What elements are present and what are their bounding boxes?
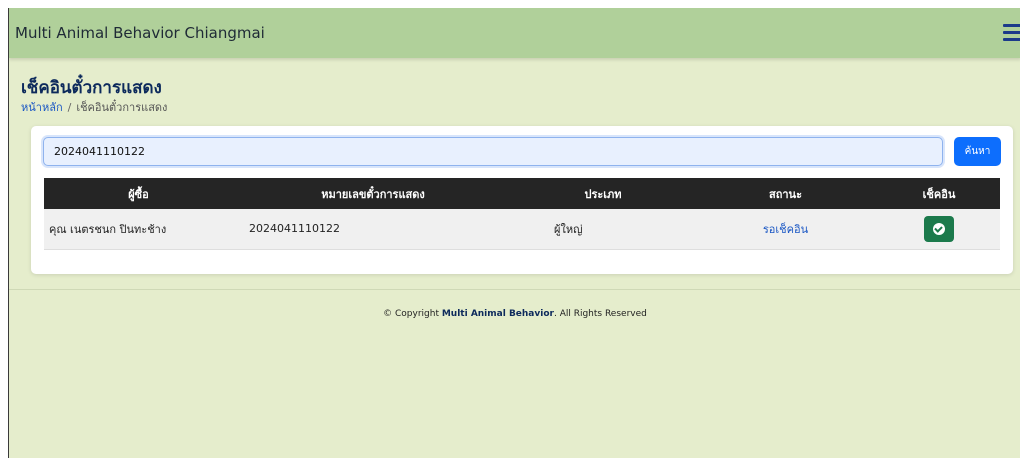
footer-suffix: . All Rights Reserved bbox=[553, 309, 647, 319]
column-header-status: สถานะ bbox=[693, 178, 878, 209]
footer-copyright: © Copyright Multi Animal Behavior. All R… bbox=[9, 309, 1020, 319]
breadcrumb: หน้าหลัก / เช็คอินตั๋วการแสดง bbox=[21, 98, 167, 116]
breadcrumb-separator: / bbox=[67, 101, 72, 114]
table-header-row: ผู้ซื้อ หมายเลขตั๋วการแสดง ประเภท สถานะ … bbox=[44, 178, 1000, 209]
ticket-table: ผู้ซื้อ หมายเลขตั๋วการแสดง ประเภท สถานะ … bbox=[44, 178, 1000, 250]
status-link[interactable]: รอเช็คอิน bbox=[763, 223, 808, 236]
ticket-number-cell: 2024041110122 bbox=[233, 209, 513, 250]
ticket-search-input[interactable] bbox=[43, 137, 943, 166]
check-circle-icon bbox=[933, 223, 945, 236]
footer-divider bbox=[9, 289, 1020, 290]
footer-prefix: © Copyright bbox=[383, 309, 442, 319]
status-cell: รอเช็คอิน bbox=[693, 209, 878, 250]
buyer-cell: คุณ เนตรชนก ปินทะช้าง bbox=[44, 209, 233, 250]
breadcrumb-current: เช็คอินตั๋วการแสดง bbox=[76, 101, 168, 114]
column-header-buyer: ผู้ซื้อ bbox=[44, 178, 233, 209]
checkin-button[interactable] bbox=[924, 216, 954, 243]
breadcrumb-home-link[interactable]: หน้าหลัก bbox=[21, 101, 63, 114]
search-card: ค้นหา ผู้ซื้อ หมายเลขตั๋วการแสดง ประเภท … bbox=[31, 126, 1013, 274]
brand-title[interactable]: Multi Animal Behavior Chiangmai bbox=[15, 24, 265, 42]
column-header-ticket-number: หมายเลขตั๋วการแสดง bbox=[233, 178, 513, 209]
app-frame: Multi Animal Behavior Chiangmai เช็คอินต… bbox=[8, 8, 1020, 458]
footer-brand: Multi Animal Behavior bbox=[441, 309, 554, 319]
table-row: คุณ เนตรชนก ปินทะช้าง 2024041110122 ผู้ใ… bbox=[44, 209, 1000, 250]
top-navbar: Multi Animal Behavior Chiangmai bbox=[9, 8, 1020, 58]
page-title: เช็คอินตั๋วการแสดง bbox=[21, 78, 162, 98]
ticket-type-cell: ผู้ใหญ่ bbox=[513, 209, 693, 250]
search-button[interactable]: ค้นหา bbox=[954, 137, 1001, 166]
column-header-checkin: เช็คอิน bbox=[878, 178, 1000, 209]
hamburger-icon[interactable] bbox=[1003, 22, 1020, 44]
checkin-cell bbox=[878, 209, 1000, 250]
column-header-type: ประเภท bbox=[513, 178, 693, 209]
